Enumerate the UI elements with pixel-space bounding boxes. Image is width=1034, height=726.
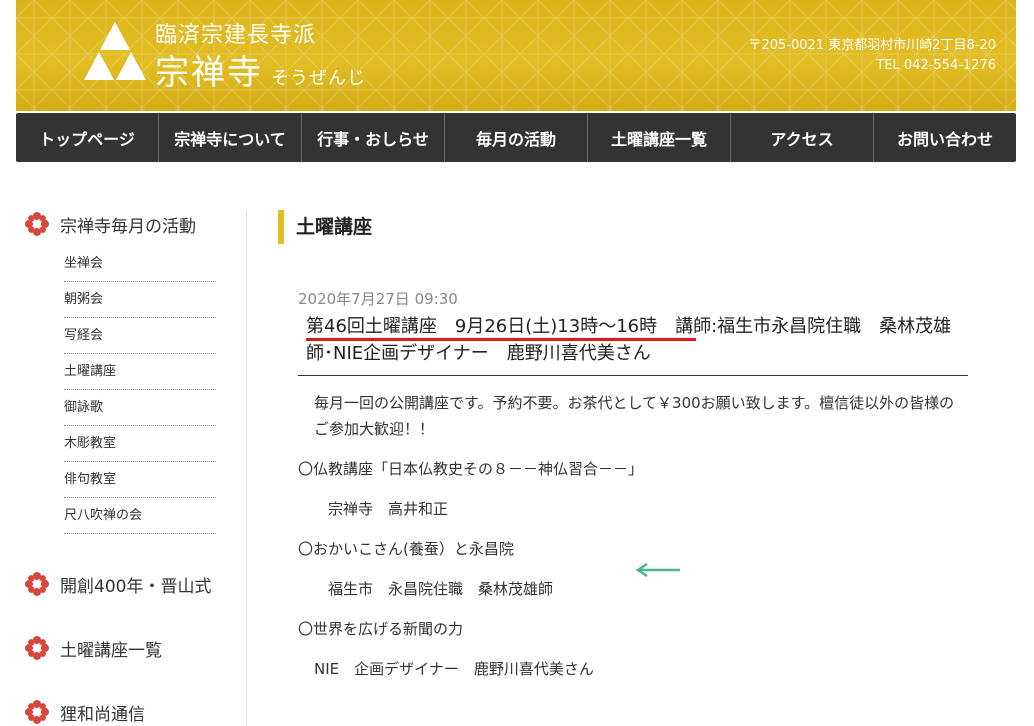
sidebar-section-saturday-list[interactable]: 土曜講座一覧: [24, 634, 224, 662]
nav-top[interactable]: トップページ: [16, 113, 159, 162]
address: 〒205-0021 東京都羽村市川崎2丁目8-20: [748, 38, 997, 53]
title-rule: [298, 375, 968, 376]
post-date: 2020年7月27日 09:30: [298, 290, 458, 308]
post-item-2: 〇おかいこさん(養蚕）と永昌院: [298, 540, 514, 558]
arrow-left-icon: [635, 562, 680, 578]
post-item-3: 〇世界を広げる新聞の力: [298, 620, 464, 638]
nav-saturday-list[interactable]: 土曜講座一覧: [588, 113, 731, 162]
nav-contact[interactable]: お問い合わせ: [874, 113, 1016, 162]
sidebar-section-label: 開創400年・晋山式: [60, 576, 212, 597]
flower-icon: [25, 572, 49, 596]
flower-icon: [25, 700, 49, 724]
sidebar-item-breakfast[interactable]: 朝粥会: [64, 282, 216, 318]
sidebar-item-woodcarving[interactable]: 木彫教室: [64, 426, 216, 462]
post-intro: 毎月一回の公開講座です。予約不要。お茶代として￥300お願い致します。檀信徒以外…: [314, 394, 955, 438]
post-title: 第46回土曜講座 9月26日(土)13時～16時 講師:福生市永昌院住職 桑林茂…: [306, 313, 968, 367]
sidebar-item-shakuhachi[interactable]: 尺八吹禅の会: [64, 498, 216, 534]
sidebar-item-saturday[interactable]: 土曜講座: [64, 354, 216, 390]
sidebar-item-haiku[interactable]: 俳句教室: [64, 462, 216, 498]
page-title: 土曜講座: [278, 210, 968, 244]
sidebar-item-zazen[interactable]: 坐禅会: [64, 246, 216, 282]
sidebar: 宗禅寺毎月の活動 坐禅会 朝粥会 写経会 土曜講座 御詠歌 木彫教室 俳句教室 …: [24, 210, 224, 726]
sidebar-section-label: 狸和尚通信: [60, 704, 145, 725]
sidebar-section-monthly[interactable]: 宗禅寺毎月の活動: [24, 210, 224, 238]
sidebar-section-label: 宗禅寺毎月の活動: [60, 216, 196, 237]
temple-reading: そうぜんじ: [271, 68, 366, 89]
post-speaker-1: 宗禅寺 高井和正: [328, 500, 449, 518]
main-content: 土曜講座 2020年7月27日 09:30 第46回土曜講座 9月26日(土)1…: [278, 210, 968, 682]
nav-monthly[interactable]: 毎月の活動: [445, 113, 588, 162]
sidebar-section-400th[interactable]: 開創400年・晋山式: [24, 570, 224, 598]
red-underline-annotation: [306, 338, 696, 341]
post-speaker-3: NIE 企画デザイナー 鹿野川喜代美さん: [314, 660, 594, 678]
main-nav: トップページ 宗禅寺について 行事・おしらせ 毎月の活動 土曜講座一覧 アクセス…: [16, 113, 1016, 162]
column-divider: [246, 212, 247, 726]
sidebar-section-tanuki[interactable]: 狸和尚通信: [24, 698, 224, 726]
nav-access[interactable]: アクセス: [731, 113, 874, 162]
telephone: TEL 042-554-1276: [876, 58, 996, 73]
triforce-logo-icon[interactable]: [84, 20, 146, 82]
site-title[interactable]: 宗禅寺 そうぜんじ: [155, 45, 366, 94]
sidebar-item-goeika[interactable]: 御詠歌: [64, 390, 216, 426]
temple-name: 宗禅寺: [155, 53, 263, 93]
post-speaker-2: 福生市 永昌院住職 桑林茂雄師: [328, 580, 554, 598]
flower-icon: [25, 212, 49, 236]
nav-events[interactable]: 行事・おしらせ: [302, 113, 445, 162]
site-header: 臨済宗建長寺派 宗禅寺 そうぜんじ 〒205-0021 東京都羽村市川崎2丁目8-…: [16, 0, 1016, 111]
post-item-1: 〇仏教講座「日本仏教史その８－－神仏習合－－」: [298, 460, 644, 478]
sidebar-section-label: 土曜講座一覧: [60, 640, 162, 661]
flower-icon: [25, 636, 49, 660]
nav-about[interactable]: 宗禅寺について: [159, 113, 302, 162]
sidebar-item-shakyo[interactable]: 写経会: [64, 318, 216, 354]
contact-info: 〒205-0021 東京都羽村市川崎2丁目8-20 TEL 042-554-12…: [749, 36, 997, 76]
